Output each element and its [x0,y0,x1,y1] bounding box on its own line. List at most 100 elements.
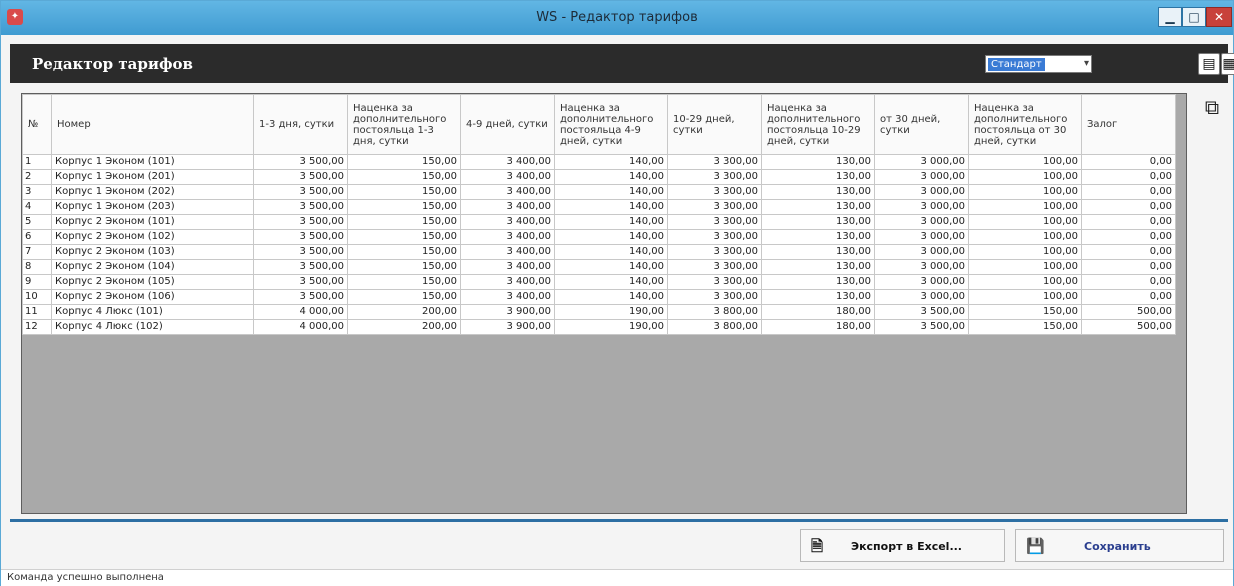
rate-cell[interactable]: 150,00 [347,169,461,185]
rate-cell[interactable]: 0,00 [1081,154,1176,170]
tariff-select[interactable]: Стандарт ▾ [985,55,1092,73]
column-header[interactable]: Наценка за дополнительного постояльца от… [968,94,1082,155]
rate-cell[interactable]: 100,00 [968,169,1082,185]
rate-cell[interactable]: 3 800,00 [667,319,762,335]
rate-cell[interactable]: 3 300,00 [667,229,762,245]
rate-cell[interactable]: 3 300,00 [667,199,762,215]
table-row[interactable]: 11 Корпус 4 Люкс (101) 4 000,00 200,00 3 900… [22,304,1176,320]
rate-cell[interactable]: 3 300,00 [667,244,762,260]
rate-cell[interactable]: 130,00 [761,154,875,170]
copy-icon[interactable]: ⧉ [1199,94,1225,120]
rate-cell[interactable]: 150,00 [968,319,1082,335]
rate-cell[interactable]: 3 000,00 [874,184,969,200]
rate-cell[interactable]: 180,00 [761,319,875,335]
column-header[interactable]: Залог [1081,94,1176,155]
room-name-cell[interactable]: Корпус 2 Эконом (104) [51,259,254,275]
rate-cell[interactable]: 200,00 [347,304,461,320]
rate-cell[interactable]: 130,00 [761,274,875,290]
rate-cell[interactable]: 3 400,00 [460,214,555,230]
rate-cell[interactable]: 150,00 [347,214,461,230]
column-header[interactable]: от 30 дней, сутки [874,94,969,155]
rate-cell[interactable]: 140,00 [554,199,668,215]
rate-cell[interactable]: 3 400,00 [460,244,555,260]
rate-cell[interactable]: 140,00 [554,214,668,230]
table-row[interactable]: 3 Корпус 1 Эконом (202) 3 500,00 150,00 3 40… [22,184,1176,200]
row-number-cell[interactable]: 2 [22,169,52,185]
rate-cell[interactable]: 3 300,00 [667,259,762,275]
tariff-table[interactable]: № Номер 1-3 дня, сутки Наценка за дополните… [22,94,1176,335]
rate-cell[interactable]: 3 300,00 [667,169,762,185]
rate-cell[interactable]: 3 900,00 [460,319,555,335]
rate-cell[interactable]: 3 000,00 [874,274,969,290]
rate-cell[interactable]: 3 400,00 [460,184,555,200]
tariff-table-container[interactable]: № Номер 1-3 дня, сутки Наценка за дополните… [21,93,1187,514]
rate-cell[interactable]: 200,00 [347,319,461,335]
rate-cell[interactable]: 190,00 [554,304,668,320]
rate-cell[interactable]: 0,00 [1081,214,1176,230]
table-row[interactable]: 9 Корпус 2 Эконом (105) 3 500,00 150,00 3 40… [22,274,1176,290]
rate-cell[interactable]: 3 500,00 [874,319,969,335]
row-number-cell[interactable]: 11 [22,304,52,320]
rate-cell[interactable]: 4 000,00 [253,319,348,335]
row-number-cell[interactable]: 8 [22,259,52,275]
rate-cell[interactable]: 3 000,00 [874,244,969,260]
table-row[interactable]: 1 Корпус 1 Эконом (101) 3 500,00 150,00 3 40… [22,154,1176,170]
row-number-cell[interactable]: 3 [22,184,52,200]
rate-cell[interactable]: 3 500,00 [253,184,348,200]
column-header[interactable]: № [22,94,52,155]
table-row[interactable]: 10 Корпус 2 Эконом (106) 3 500,00 150,00 3 4… [22,289,1176,305]
rate-cell[interactable]: 150,00 [968,304,1082,320]
row-number-cell[interactable]: 1 [22,154,52,170]
rate-cell[interactable]: 0,00 [1081,274,1176,290]
rate-cell[interactable]: 0,00 [1081,184,1176,200]
rate-cell[interactable]: 3 300,00 [667,214,762,230]
rate-cell[interactable]: 3 500,00 [253,169,348,185]
rate-cell[interactable]: 0,00 [1081,259,1176,275]
rate-cell[interactable]: 100,00 [968,184,1082,200]
rate-cell[interactable]: 100,00 [968,274,1082,290]
rate-cell[interactable]: 130,00 [761,199,875,215]
row-number-cell[interactable]: 6 [22,229,52,245]
rate-cell[interactable]: 100,00 [968,154,1082,170]
rate-cell[interactable]: 150,00 [347,184,461,200]
rate-cell[interactable]: 180,00 [761,304,875,320]
rate-cell[interactable]: 140,00 [554,244,668,260]
room-name-cell[interactable]: Корпус 4 Люкс (102) [51,319,254,335]
rate-cell[interactable]: 140,00 [554,274,668,290]
rate-cell[interactable]: 3 400,00 [460,259,555,275]
room-name-cell[interactable]: Корпус 1 Эконом (202) [51,184,254,200]
table-row[interactable]: 7 Корпус 2 Эконом (103) 3 500,00 150,00 3 40… [22,244,1176,260]
rate-cell[interactable]: 3 300,00 [667,154,762,170]
rate-cell[interactable]: 100,00 [968,214,1082,230]
minimize-button[interactable]: ▁ [1158,7,1182,27]
rate-cell[interactable]: 3 000,00 [874,214,969,230]
rate-cell[interactable]: 150,00 [347,289,461,305]
table-row[interactable]: 8 Корпус 2 Эконом (104) 3 500,00 150,00 3 40… [22,259,1176,275]
rate-cell[interactable]: 3 400,00 [460,229,555,245]
rate-cell[interactable]: 3 800,00 [667,304,762,320]
room-name-cell[interactable]: Корпус 2 Эконом (106) [51,289,254,305]
column-header[interactable]: Наценка за дополнительного постояльца 4-… [554,94,668,155]
rate-cell[interactable]: 150,00 [347,259,461,275]
rate-cell[interactable]: 4 000,00 [253,304,348,320]
table-row[interactable]: 12 Корпус 4 Люкс (102) 4 000,00 200,00 3 900… [22,319,1176,335]
rate-cell[interactable]: 140,00 [554,154,668,170]
rate-cell[interactable]: 3 500,00 [253,229,348,245]
column-header[interactable]: Номер [51,94,254,155]
export-excel-button[interactable]: 🗎 Экспорт в Excel... [800,529,1005,562]
column-header[interactable]: Наценка за дополнительного постояльца 1-… [347,94,461,155]
room-name-cell[interactable]: Корпус 2 Эконом (105) [51,274,254,290]
table-row[interactable]: 4 Корпус 1 Эконом (203) 3 500,00 150,00 3 40… [22,199,1176,215]
rate-cell[interactable]: 130,00 [761,184,875,200]
rate-cell[interactable]: 3 000,00 [874,154,969,170]
rate-cell[interactable]: 3 500,00 [253,154,348,170]
rate-cell[interactable]: 0,00 [1081,199,1176,215]
rate-cell[interactable]: 3 900,00 [460,304,555,320]
room-name-cell[interactable]: Корпус 1 Эконом (101) [51,154,254,170]
rate-cell[interactable]: 0,00 [1081,229,1176,245]
rate-cell[interactable]: 100,00 [968,244,1082,260]
room-name-cell[interactable]: Корпус 2 Эконом (103) [51,244,254,260]
rate-cell[interactable]: 3 300,00 [667,184,762,200]
rate-cell[interactable]: 3 000,00 [874,169,969,185]
row-number-cell[interactable]: 9 [22,274,52,290]
